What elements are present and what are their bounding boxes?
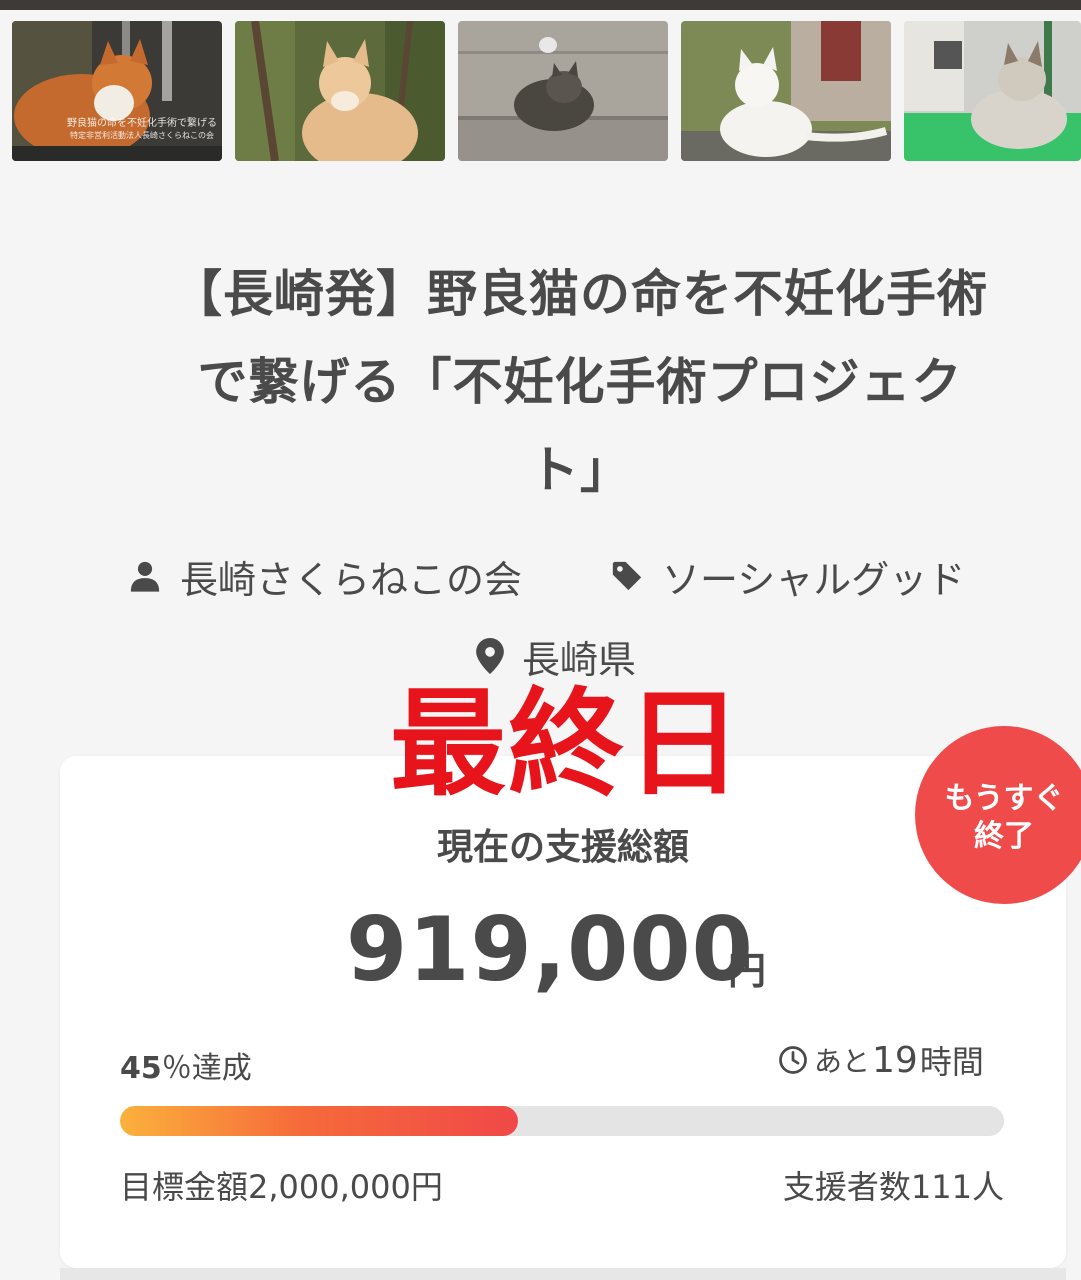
achievement-rate: 45％達成 <box>120 1043 252 1087</box>
gallery-thumb-3[interactable] <box>458 21 668 161</box>
badge-line1: もうすぐ <box>944 781 1064 816</box>
gallery-thumb-2[interactable] <box>235 21 445 161</box>
gallery-caption-line2: 特定非営利活動法人長崎さくらねこの会 <box>70 131 214 140</box>
category-name: ソーシャルグッド <box>662 557 966 602</box>
backer-count: 支援者数111人 <box>782 1168 1004 1206</box>
achievement-number: 45 <box>120 1051 162 1086</box>
ending-soon-badge: もうすぐ 終了 <box>915 726 1081 904</box>
gallery-thumb-4[interactable] <box>681 21 891 161</box>
cat-photo-4 <box>681 21 891 161</box>
achievement-suffix: ％達成 <box>161 1051 252 1086</box>
badge-text: もうすぐ 終了 <box>915 780 1081 856</box>
remaining-hours: 19 <box>872 1039 918 1081</box>
gallery-caption-line1: 野良猫の命を不妊化手術で繋げる <box>67 118 217 129</box>
card-bottom-edge <box>60 1268 1066 1280</box>
gallery-caption: 野良猫の命を不妊化手術で繋げる 特定非営利活動法人長崎さくらねこの会 <box>66 117 218 142</box>
top-bar <box>0 0 1081 10</box>
location-pin-icon <box>476 638 504 674</box>
gallery-thumb-1[interactable]: 野良猫の命を不妊化手術で繋げる 特定非営利活動法人長崎さくらねこの会 <box>12 21 222 161</box>
currency-unit: 円 <box>728 949 767 993</box>
cat-photo-3 <box>458 21 668 161</box>
progress-bar <box>120 1106 1004 1136</box>
goal-amount: 目標金額2,000,000円 <box>120 1168 443 1206</box>
funding-amount: 919,000 <box>346 898 754 1001</box>
clock-icon <box>779 1046 807 1074</box>
badge-line2: 終了 <box>974 819 1034 854</box>
project-title-line3: ト」 <box>529 441 631 499</box>
remaining-unit: 時間 <box>919 1043 984 1081</box>
project-meta: 長崎さくらねこの会 ソーシャルグッド <box>0 548 1081 604</box>
photo-gallery: 野良猫の命を不妊化手術で繋げる 特定非営利活動法人長崎さくらねこの会 <box>12 21 1081 161</box>
project-title-line1: 【長崎発】野良猫の命を不妊化手術 <box>172 265 988 323</box>
cat-photo-5 <box>904 21 1081 161</box>
category-link[interactable]: ソーシャルグッド <box>610 548 965 604</box>
tag-icon <box>612 561 642 591</box>
location-name: 長崎県 <box>522 637 637 682</box>
project-title: 【長崎発】野良猫の命を不妊化手術 で繋げる「不妊化手術プロジェク ト」 <box>100 250 1060 514</box>
project-title-line2: で繋げる「不妊化手術プロジェク <box>197 353 963 411</box>
gallery-thumb-5[interactable] <box>904 21 1081 161</box>
time-remaining: あと 19 時間 <box>778 1038 984 1082</box>
location-link[interactable]: 長崎県 <box>476 628 636 684</box>
owner-link[interactable]: 長崎さくらねこの会 <box>128 548 522 604</box>
remaining-prefix: あと <box>814 1045 871 1078</box>
final-day-overlay: 最終日 <box>390 677 744 812</box>
cat-photo-2 <box>235 21 445 161</box>
owner-name: 長崎さくらねこの会 <box>180 557 523 602</box>
progress-fill <box>120 1106 518 1136</box>
user-icon <box>130 561 160 592</box>
